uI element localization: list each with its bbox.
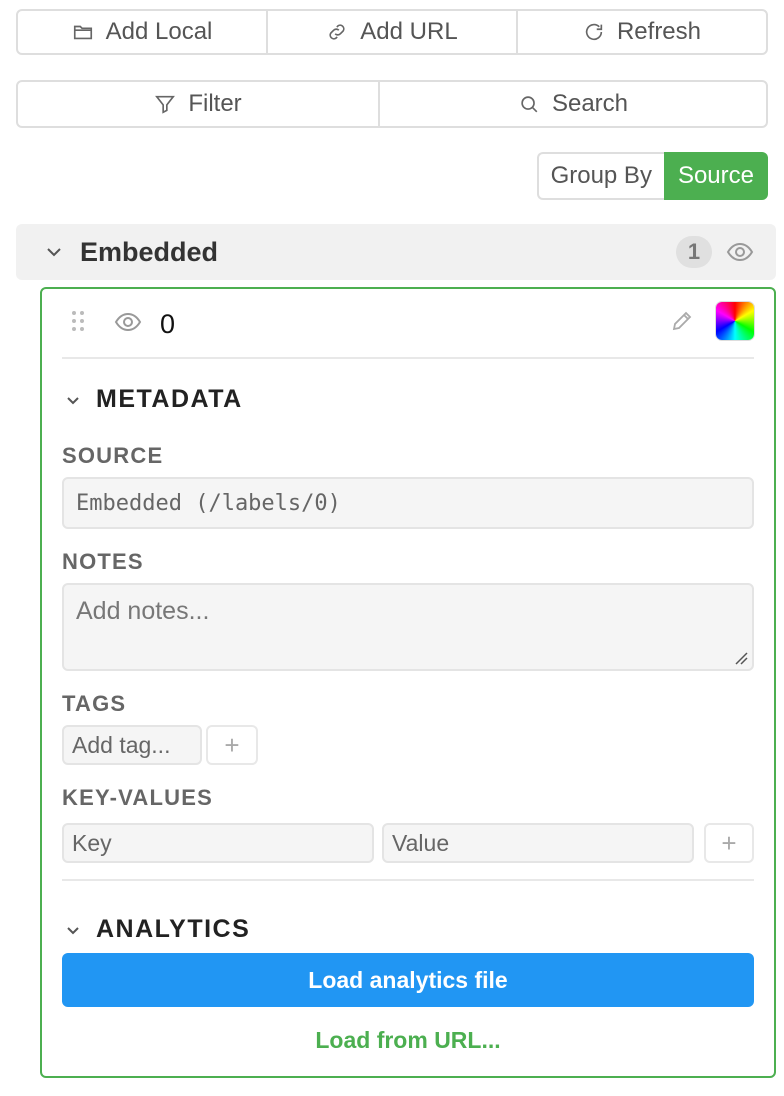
group-by-control: Group By Source [536, 152, 768, 200]
metadata-section-toggle[interactable]: METADATA [64, 385, 243, 414]
color-swatch[interactable] [716, 302, 754, 340]
chevron-down-icon [67, 926, 79, 934]
eye-icon[interactable] [726, 240, 754, 264]
source-label: SOURCE [62, 443, 164, 468]
edit-pencil-icon[interactable] [670, 309, 694, 333]
add-local-label: Add Local [105, 18, 213, 45]
filter-label: Filter [188, 90, 242, 117]
filter-button[interactable]: Filter [16, 80, 380, 128]
divider [62, 357, 754, 359]
value-input[interactable]: Value [382, 823, 694, 863]
load-analytics-file-button[interactable]: Load analytics file [62, 953, 754, 1007]
count-badge: 1 [676, 236, 712, 268]
search-icon [521, 96, 538, 113]
add-key-value-button[interactable]: + [704, 823, 754, 863]
drag-handle-icon[interactable] [70, 309, 86, 333]
refresh-button[interactable]: Refresh [516, 9, 768, 55]
notes-textarea[interactable]: Add notes... [62, 583, 754, 671]
divider [62, 879, 754, 881]
metadata-heading: METADATA [96, 385, 243, 413]
visibility-eye-icon[interactable] [114, 311, 142, 333]
key-values-label: KEY-VALUES [62, 785, 213, 810]
analytics-section-toggle[interactable]: ANALYTICS [64, 915, 250, 944]
tag-input[interactable]: Add tag... [62, 725, 202, 765]
add-local-button[interactable]: Add Local [16, 9, 268, 55]
add-tag-button[interactable]: + [206, 725, 258, 765]
search-button[interactable]: Search [378, 80, 768, 128]
group-title: Embedded [80, 236, 219, 267]
group-header-embedded[interactable]: Embedded 1 [16, 224, 776, 280]
item-name: 0 [160, 309, 176, 339]
group-by-source-option[interactable]: Source [663, 152, 768, 200]
load-from-url-link[interactable]: Load from URL... [42, 1027, 774, 1054]
source-field: Embedded (/labels/0) [62, 477, 754, 529]
search-label: Search [551, 90, 629, 117]
filter-icon [155, 95, 176, 114]
add-url-label: Add URL [360, 18, 458, 45]
folder-icon [73, 25, 92, 40]
source-toolbar: Add Local Add URL Refresh [16, 9, 768, 55]
item-card: 0 METADATA SOURCE Embedded (/labels/0) N… [40, 287, 776, 1078]
tags-label: TAGS [62, 691, 127, 716]
notes-label: NOTES [62, 549, 144, 574]
add-url-button[interactable]: Add URL [266, 9, 518, 55]
chevron-down-icon [67, 396, 79, 404]
notes-placeholder: Add notes... [76, 597, 210, 625]
analytics-heading: ANALYTICS [96, 915, 251, 943]
filter-toolbar: Filter Search [16, 80, 768, 128]
refresh-label: Refresh [616, 18, 702, 45]
key-input[interactable]: Key [62, 823, 374, 863]
link-icon [329, 24, 345, 40]
refresh-icon [585, 23, 603, 41]
chevron-down-icon[interactable] [44, 242, 64, 262]
group-by-label[interactable]: Group By [536, 152, 664, 200]
resize-handle-icon[interactable] [734, 651, 748, 665]
